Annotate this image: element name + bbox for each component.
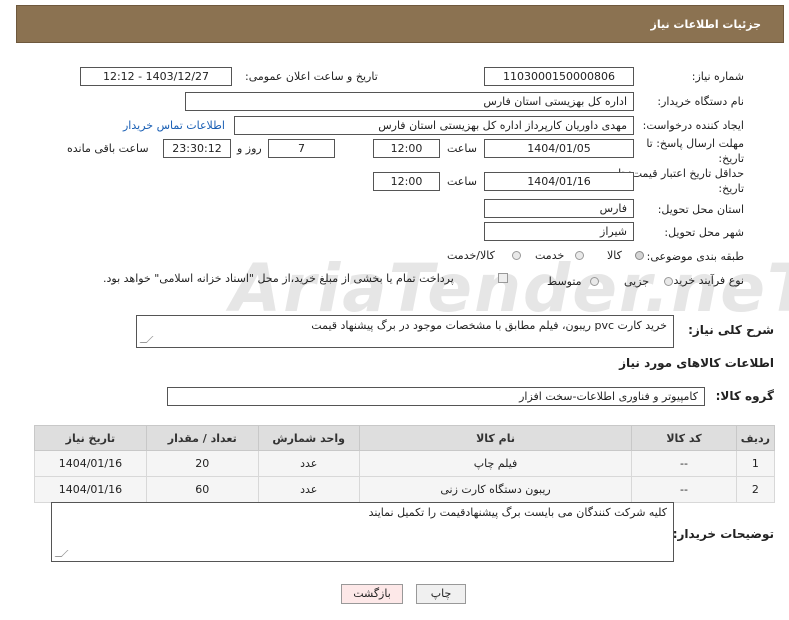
cell-row-number: 1 [735,450,776,477]
buyer-org-label: نام دستگاه خریدار: [657,95,744,108]
cell-unit: عدد [257,450,360,477]
days-label: روز و [237,142,262,155]
col-header-code: کد کالا [631,425,737,451]
purchase-radio-minor[interactable] [664,277,673,286]
category-option-goods: کالا [607,249,622,262]
buyer-org-field[interactable]: اداره کل بهزیستی استان فارس [185,92,634,111]
col-header-name: نام کالا [358,425,633,451]
remaining-time-field[interactable]: 23:30:12 [163,139,231,158]
days-remaining-field[interactable]: 7 [268,139,335,158]
category-radio-goods-service[interactable] [512,251,521,260]
treasury-payment-note: پرداخت تمام یا بخشی از مبلغ خرید،از محل … [103,272,454,285]
cell-need-date: 1404/01/16 [34,476,147,503]
col-header-row-number: ردیف [735,425,776,451]
cell-unit: عدد [257,476,360,503]
page-header: جزئیات اطلاعات نیاز [16,5,784,43]
cell-code: -- [631,450,737,477]
cell-name: فیلم چاپ [358,450,633,477]
need-number-label: شماره نیاز: [691,70,744,83]
cell-need-date: 1404/01/16 [34,450,147,477]
remaining-time-label: ساعت باقی مانده [67,142,149,155]
deadline-time-label: ساعت [447,142,477,155]
col-header-unit: واحد شمارش [257,425,360,451]
goods-group-label: گروه کالا: [715,389,774,403]
province-label: استان محل تحویل: [657,203,744,216]
description-text: خرید کارت pvc ریبون، فیلم مطابق با مشخصا… [311,319,667,332]
announce-field[interactable]: 1403/12/27 - 12:12 [80,67,232,86]
announce-label: تاریخ و ساعت اعلان عمومی: [245,70,378,83]
validity-date-field[interactable]: 1404/01/16 [484,172,634,191]
description-textarea[interactable]: خرید کارت pvc ریبون، فیلم مطابق با مشخصا… [136,315,674,348]
buyer-notes-text: کلیه شرکت کنندگان می بایست برگ پیشنهادقی… [368,506,667,519]
col-header-quantity: تعداد / مقدار [145,425,259,451]
cell-code: -- [631,476,737,503]
need-number-field[interactable]: 1103000150000806 [484,67,634,86]
treasury-payment-checkbox[interactable] [498,273,508,283]
category-radio-service[interactable] [575,251,584,260]
buyer-notes-textarea[interactable]: کلیه شرکت کنندگان می بایست برگ پیشنهادقی… [51,502,674,562]
purchase-option-medium: متوسط [547,275,582,288]
cell-name: ریبون دستگاه کارت زنی [358,476,633,503]
purchase-option-minor: جزیی [624,275,650,288]
deadline-date-field[interactable]: 1404/01/05 [484,139,634,158]
validity-time-label: ساعت [447,175,477,188]
back-button[interactable]: بازگشت [341,584,403,604]
purchase-radio-medium[interactable] [590,277,599,286]
resize-handle-icon[interactable] [139,336,154,343]
requester-field[interactable]: مهدی داوریان کارپرداز اداره کل بهزیستی ا… [234,116,634,135]
requester-label: ایجاد کننده درخواست: [642,119,744,132]
validity-label-date: تاریخ: [718,182,744,195]
cell-row-number: 2 [735,476,776,503]
validity-label: حداقل تاریخ اعتبار قیمت: تا [618,167,744,180]
table-header-row: ردیف کد کالا نام کالا واحد شمارش تعداد /… [34,425,776,451]
city-field[interactable]: شیراز [484,222,634,241]
validity-time-field[interactable]: 12:00 [373,172,440,191]
category-option-service: خدمت [535,249,565,262]
table-row[interactable]: 1 -- فیلم چاپ عدد 20 1404/01/16 [34,450,776,477]
items-table: ردیف کد کالا نام کالا واحد شمارش تعداد /… [34,425,776,503]
category-label: طبقه بندی موضوعی: [646,250,744,263]
purchase-type-label: نوع فرآیند خرید : [666,274,744,287]
col-header-need-date: تاریخ نیاز [34,425,147,451]
contact-info-link[interactable]: اطلاعات تماس خریدار [123,119,225,132]
deadline-time-field[interactable]: 12:00 [373,139,440,158]
cell-quantity: 60 [145,476,259,503]
page-title: جزئیات اطلاعات نیاز [650,18,762,31]
deadline-label-date: تاریخ: [718,152,744,165]
print-button[interactable]: چاپ [416,584,466,604]
buyer-notes-label: توضیحات خریدار: [672,527,774,541]
deadline-label: مهلت ارسال پاسخ: تا [646,137,744,150]
category-radio-goods[interactable] [635,251,644,260]
goods-group-field[interactable]: کامپیوتر و فناوری اطلاعات-سخت افزار [167,387,705,406]
resize-handle-icon[interactable] [54,550,69,557]
category-option-goods-service: کالا/خدمت [447,249,495,262]
province-field[interactable]: فارس [484,199,634,218]
cell-quantity: 20 [145,450,259,477]
city-label: شهر محل تحویل: [664,226,744,239]
table-row[interactable]: 2 -- ریبون دستگاه کارت زنی عدد 60 1404/0… [34,476,776,503]
goods-section-title: اطلاعات کالاهای مورد نیاز [619,356,774,370]
description-label: شرح کلی نیاز: [688,323,774,337]
